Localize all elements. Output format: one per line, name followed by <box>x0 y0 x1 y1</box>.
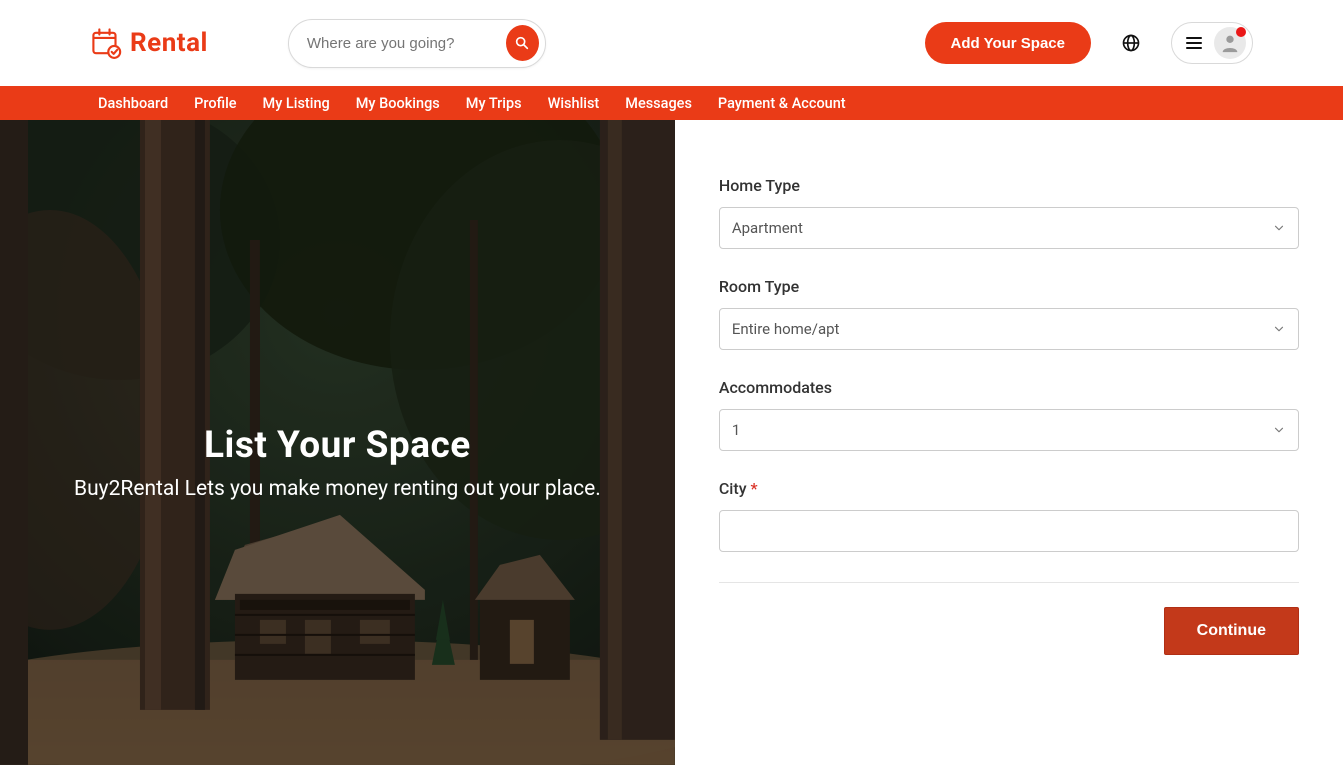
notification-dot-icon <box>1236 27 1246 37</box>
nav-payment-account[interactable]: Payment & Account <box>718 95 846 112</box>
nav-dashboard[interactable]: Dashboard <box>98 95 168 112</box>
room-type-select[interactable]: Entire home/apt <box>719 308 1299 350</box>
nav-messages[interactable]: Messages <box>625 95 692 112</box>
form-divider <box>719 582 1299 583</box>
chevron-down-icon <box>1272 322 1286 336</box>
hero-subtitle: Buy2Rental Lets you make money renting o… <box>74 477 601 501</box>
accommodates-label: Accommodates <box>719 378 1299 397</box>
home-type-value: Apartment <box>732 219 803 237</box>
hero-title: List Your Space <box>74 424 601 467</box>
room-type-label: Room Type <box>719 277 1299 296</box>
main-nav: Dashboard Profile My Listing My Bookings… <box>0 86 1343 120</box>
nav-wishlist[interactable]: Wishlist <box>548 95 600 112</box>
city-input[interactable] <box>719 510 1299 552</box>
search-icon <box>514 35 530 51</box>
hero-text: List Your Space Buy2Rental Lets you make… <box>54 424 621 501</box>
nav-profile[interactable]: Profile <box>194 95 236 112</box>
listing-form: Home Type Apartment Room Type Entire hom… <box>675 120 1343 765</box>
nav-my-listing[interactable]: My Listing <box>263 95 330 112</box>
menu-icon <box>1186 37 1202 49</box>
brand-name: Rental <box>130 28 208 58</box>
hero-panel: List Your Space Buy2Rental Lets you make… <box>0 120 675 765</box>
nav-my-trips[interactable]: My Trips <box>466 95 522 112</box>
continue-button[interactable]: Continue <box>1164 607 1299 655</box>
home-type-select[interactable]: Apartment <box>719 207 1299 249</box>
globe-icon <box>1121 33 1141 53</box>
search-button[interactable] <box>506 25 539 61</box>
search-bar[interactable] <box>288 19 546 68</box>
chevron-down-icon <box>1272 221 1286 235</box>
search-input[interactable] <box>307 35 506 52</box>
language-button[interactable] <box>1111 23 1151 63</box>
content-area: List Your Space Buy2Rental Lets you make… <box>0 120 1343 765</box>
accommodates-select[interactable]: 1 <box>719 409 1299 451</box>
calendar-check-logo-icon <box>90 26 124 60</box>
home-type-label: Home Type <box>719 176 1299 195</box>
add-your-space-button[interactable]: Add Your Space <box>925 22 1091 64</box>
profile-menu[interactable] <box>1171 22 1253 64</box>
city-label: City * <box>719 479 1299 498</box>
accommodates-value: 1 <box>732 421 740 439</box>
chevron-down-icon <box>1272 423 1286 437</box>
brand-logo[interactable]: Rental <box>90 26 208 60</box>
room-type-value: Entire home/apt <box>732 320 840 338</box>
nav-my-bookings[interactable]: My Bookings <box>356 95 440 112</box>
top-header: Rental Add Your Space <box>0 0 1343 86</box>
required-indicator: * <box>751 479 758 498</box>
